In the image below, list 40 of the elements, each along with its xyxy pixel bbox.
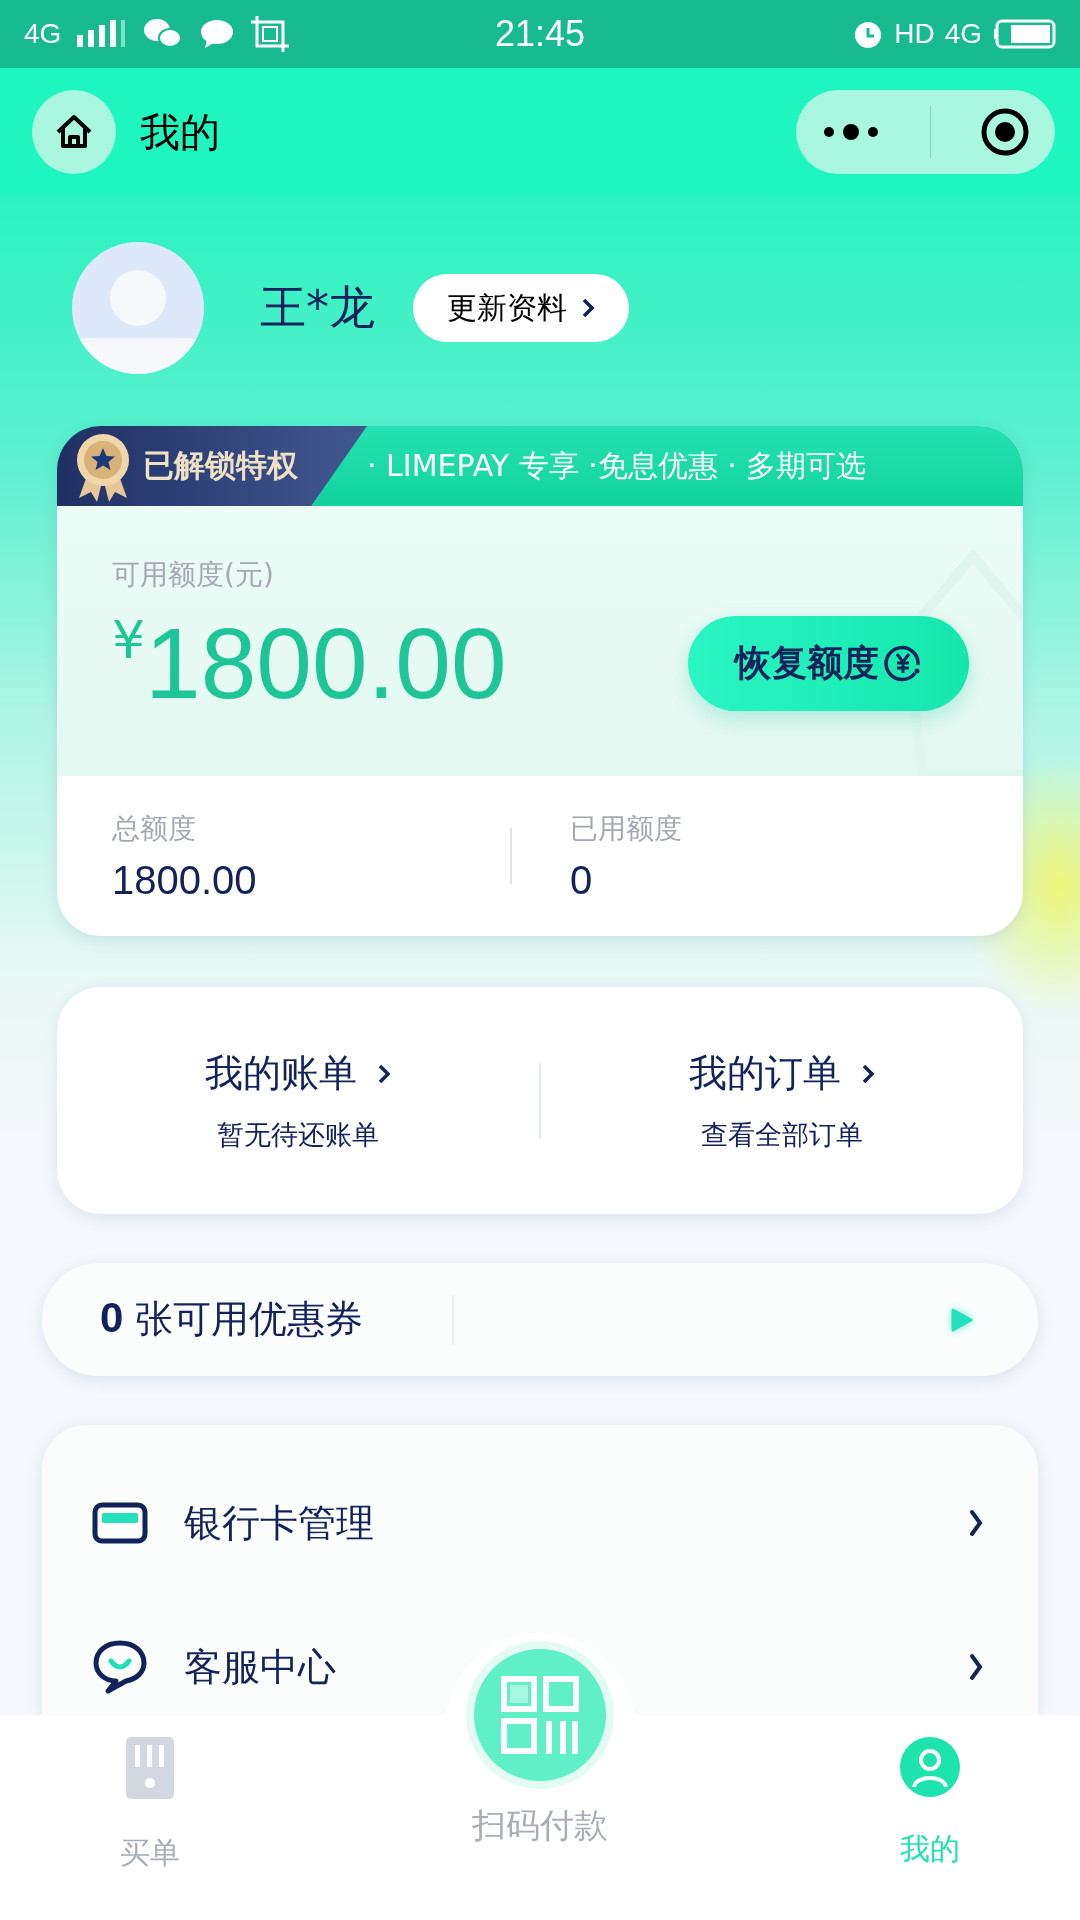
chevron-icon	[581, 297, 595, 319]
network-label: 4G	[944, 18, 982, 50]
shortcut-subtitle: 查看全部订单	[701, 1118, 863, 1152]
shortcut-link[interactable]: 我的订单	[689, 1048, 875, 1099]
clock-time: 21:45	[494, 13, 586, 55]
restore-credit-button[interactable]: 恢复额度	[688, 615, 969, 711]
available-credit-label: 可用额度(元)	[112, 557, 275, 593]
play-icon	[950, 1306, 974, 1333]
battery-icon	[992, 19, 1056, 49]
menu-item[interactable]: 客服中心	[92, 1639, 336, 1695]
coupon-bar[interactable]: 0 张可用优惠券	[42, 1263, 1038, 1376]
perks-text: · LIMEPAY 专享 ·免息优惠 · 多期可选	[367, 446, 867, 485]
coupon-count-text: 0 张可用优惠券	[100, 1294, 365, 1343]
shortcut-link[interactable]: 我的账单	[205, 1048, 391, 1099]
stat-value: 1800.00	[112, 857, 258, 903]
chevron-icon[interactable]	[968, 1652, 984, 1682]
home-icon[interactable]	[32, 90, 116, 174]
hd-label: HD	[894, 18, 935, 50]
page-title: 我的	[140, 107, 220, 157]
currency-symbol: ¥	[112, 614, 146, 666]
network-label: 4G	[24, 18, 62, 50]
chat-bubble-icon	[92, 1639, 148, 1695]
signal-icon	[77, 19, 128, 49]
menu-item[interactable]: 银行卡管理	[92, 1495, 374, 1551]
shortcut-subtitle: 暂无待还账单	[217, 1118, 379, 1152]
user-icon	[900, 1737, 960, 1797]
phone-icon	[124, 1735, 176, 1801]
update-profile-button[interactable]: 更新资料	[413, 274, 629, 342]
badge-label: 已解锁特权	[143, 446, 298, 485]
message-icon	[199, 18, 236, 50]
available-credit-amount: 1800.00	[145, 608, 507, 718]
qr-code-icon	[466, 1641, 614, 1789]
close-icon[interactable]	[980, 107, 1031, 157]
chevron-icon[interactable]	[968, 1508, 984, 1538]
stat-value: 0	[570, 857, 594, 903]
yuan-coin-icon	[882, 643, 923, 683]
stat-label: 已用额度	[570, 810, 683, 847]
user-name: 王*龙	[260, 279, 375, 336]
screenshot-icon	[251, 16, 290, 52]
stat-label: 总额度	[112, 810, 197, 847]
